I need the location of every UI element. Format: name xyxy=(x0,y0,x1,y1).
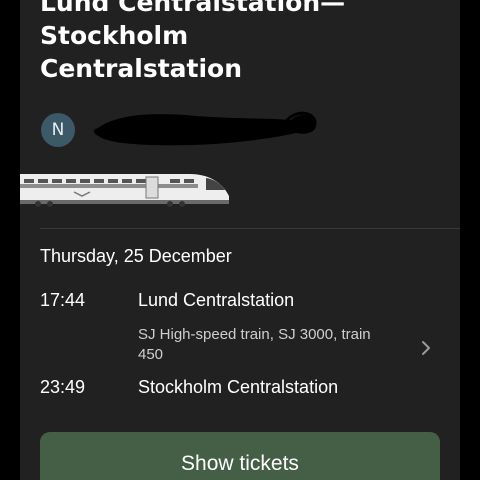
show-tickets-button[interactable]: Show tickets xyxy=(40,432,440,480)
trip-title-line-1: Lund Centralstation— xyxy=(40,0,346,17)
trip-title-line-2: Stockholm xyxy=(40,21,189,50)
chevron-right-icon[interactable] xyxy=(418,339,434,357)
section-divider xyxy=(40,228,460,229)
trip-title: Lund Centralstation— Stockholm Centralst… xyxy=(40,0,440,85)
trip-card: Lund Centralstation— Stockholm Centralst… xyxy=(20,0,460,480)
trip-title-line-3: Centralstation xyxy=(40,54,243,83)
arrival-station: Stockholm Centralstation xyxy=(138,377,339,397)
travel-date: Thursday, 25 December xyxy=(40,246,232,266)
departure-time: 17:44 xyxy=(40,290,86,310)
passenger-avatar: N xyxy=(41,113,75,147)
train-illustration-icon xyxy=(20,174,229,207)
redacted-name-scribble xyxy=(93,111,317,146)
departure-station: Lund Centralstation xyxy=(138,290,295,310)
arrival-time: 23:49 xyxy=(40,377,86,397)
train-details-link[interactable]: SJ High-speed train, SJ 3000, train 450 xyxy=(138,325,388,365)
